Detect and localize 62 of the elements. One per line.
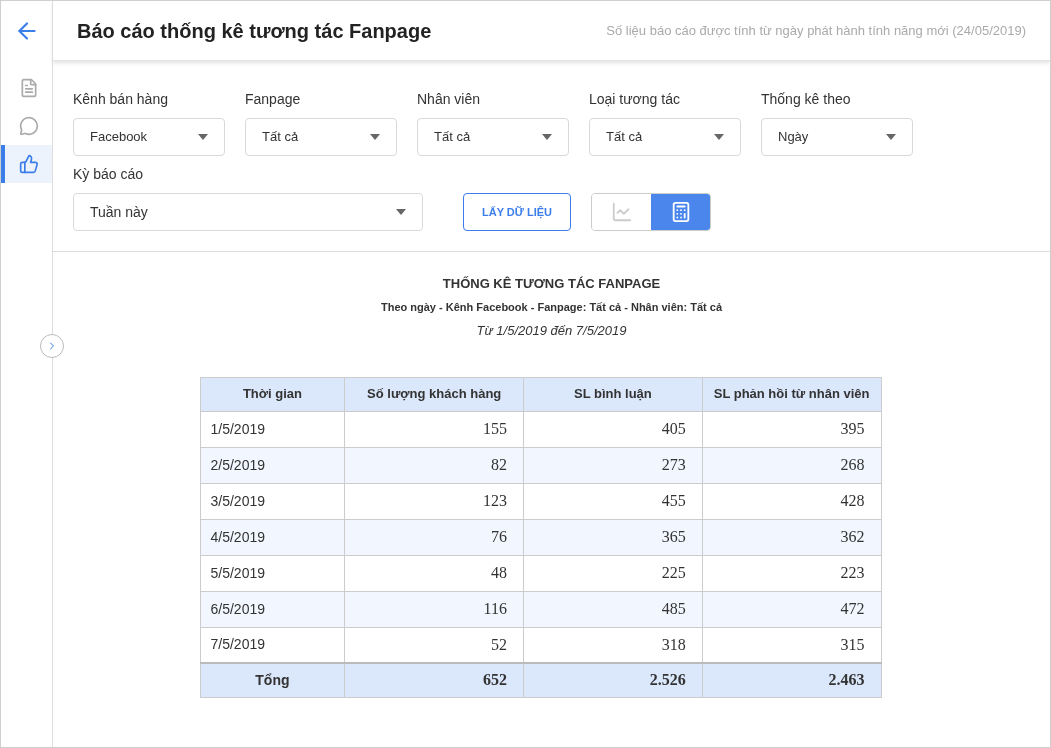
filter-label: Thống kê theo xyxy=(761,90,852,109)
dropdown[interactable]: Tất cả xyxy=(245,118,397,156)
caret-icon xyxy=(198,134,208,140)
caret-icon xyxy=(370,134,380,140)
table-cell: 3/5/2019 xyxy=(200,483,345,519)
expand-button[interactable] xyxy=(40,334,64,358)
table-cell: 455 xyxy=(523,483,703,519)
table-cell: 123 xyxy=(344,483,524,519)
table-cell: 428 xyxy=(702,483,881,519)
chat-bubble-icon xyxy=(18,116,39,136)
dropdown[interactable]: Tất cả xyxy=(589,118,741,156)
sidebar-item[interactable] xyxy=(1,145,52,183)
table-cell: 82 xyxy=(344,447,524,483)
filter-label: Kênh bán hàng xyxy=(73,90,169,109)
total-cell: Tổng xyxy=(200,663,345,697)
line-chart-icon xyxy=(610,201,633,223)
thumbs-up-icon xyxy=(18,154,39,174)
table-cell: 365 xyxy=(523,519,703,555)
table-cell: 485 xyxy=(523,591,703,627)
caret-icon xyxy=(396,209,406,215)
dropdown[interactable]: Ngày xyxy=(761,118,913,156)
table-cell: 48 xyxy=(344,555,524,591)
table-cell: 405 xyxy=(523,411,703,447)
column-header: SL phản hồi từ nhân viên xyxy=(702,377,881,411)
column-header: Thời gian xyxy=(200,377,345,411)
table-cell: 5/5/2019 xyxy=(200,555,345,591)
caret-icon xyxy=(714,134,724,140)
dropdown[interactable]: Facebook xyxy=(73,118,225,156)
filter-label: Kỳ báo cáo xyxy=(73,165,145,184)
table-cell: 6/5/2019 xyxy=(200,591,345,627)
report-title: THỐNG KÊ TƯƠNG TÁC FANPAGE xyxy=(442,275,661,293)
filter-label: Nhân viên xyxy=(417,90,482,109)
table-cell: 223 xyxy=(702,555,881,591)
header-note: Số liệu báo cáo được tính từ ngày phát hành tính năng mới (24/05/2019) xyxy=(606,21,1026,40)
table-cell: 268 xyxy=(702,447,881,483)
total-cell: 652 xyxy=(344,663,524,697)
page-title: Báo cáo thống kê tương tác Fanpage xyxy=(77,18,432,44)
column-header: SL bình luận xyxy=(523,377,703,411)
table-cell: 362 xyxy=(702,519,881,555)
table-cell: 1/5/2019 xyxy=(200,411,345,447)
table-cell: 4/5/2019 xyxy=(200,519,345,555)
table-cell: 76 xyxy=(344,519,524,555)
fetch-data-button[interactable]: LẤY DỮ LIỆU xyxy=(463,193,572,231)
filter-label: Loại tương tác xyxy=(589,90,681,109)
table-cell: 472 xyxy=(702,591,881,627)
table-cell: 395 xyxy=(702,411,881,447)
table-cell: 273 xyxy=(523,447,703,483)
filter-label: Fanpage xyxy=(245,90,302,109)
table-cell: 2/5/2019 xyxy=(200,447,345,483)
view-toggle-button[interactable] xyxy=(651,194,711,230)
total-cell: 2.463 xyxy=(702,663,881,697)
report-date-range: Từ 1/5/2019 đến 7/5/2019 xyxy=(476,322,627,340)
table-cell: 116 xyxy=(344,591,524,627)
dropdown[interactable]: Tất cả xyxy=(417,118,569,156)
dropdown[interactable]: Tuần này xyxy=(73,193,423,231)
total-cell: 2.526 xyxy=(523,663,703,697)
caret-icon xyxy=(542,134,552,140)
table-cell: 225 xyxy=(523,555,703,591)
column-header: Số lượng khách hàng xyxy=(344,377,524,411)
caret-icon xyxy=(886,134,896,140)
report-subtitle: Theo ngày - Kênh Facebook - Fanpage: Tất cả - Nhân viên: Tất cả xyxy=(380,299,723,315)
table-cell: 155 xyxy=(344,411,524,447)
